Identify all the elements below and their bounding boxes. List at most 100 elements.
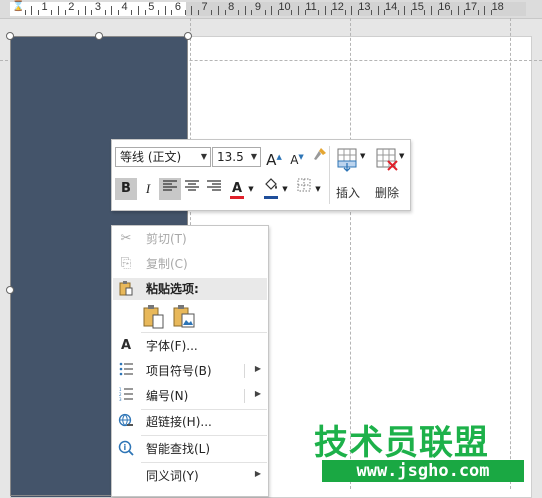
ruler-number: 4 — [121, 1, 128, 13]
ruler-tick — [58, 6, 59, 15]
align-left-icon — [163, 180, 177, 191]
svg-text:i: i — [124, 443, 127, 452]
ruler-tick — [117, 10, 119, 15]
menu-item-label: 超链接(H)... — [146, 415, 212, 429]
ruler-tick — [271, 6, 273, 15]
resize-handle[interactable] — [6, 32, 14, 40]
borders-dropdown[interactable]: ▼ — [313, 178, 323, 200]
menu-item-font[interactable]: A 字体(F)... — [113, 334, 267, 358]
menu-item-numbering[interactable]: 123 编号(N) ▶ — [113, 384, 267, 408]
menu-item-label: 项目符号(B) — [146, 364, 212, 378]
font-size-value: 13.5 — [217, 150, 244, 164]
font-name-value: 等线 (正文) — [120, 150, 182, 164]
ruler-tick — [191, 6, 193, 15]
menu-separator — [141, 332, 267, 333]
delete-button[interactable]: ▼ 删除 — [368, 144, 406, 204]
font-color-icon: A — [231, 181, 243, 196]
chevron-down-icon: ▼ — [200, 152, 207, 161]
menu-item-cut[interactable]: ✂ 剪切(T) — [113, 227, 267, 251]
paste-as-picture-button[interactable] — [172, 304, 196, 330]
ruler-number: 3 — [94, 1, 101, 13]
align-right-button[interactable] — [203, 178, 225, 200]
ruler-number: 18 — [491, 1, 504, 13]
align-left-button[interactable] — [159, 178, 181, 200]
borders-button[interactable] — [293, 178, 315, 200]
ruler-tick — [431, 6, 433, 15]
ruler-tick — [184, 10, 186, 15]
font-name-combo[interactable]: 等线 (正文) ▼ — [115, 147, 211, 167]
ruler-number: 12 — [331, 1, 344, 13]
align-center-icon — [185, 180, 199, 191]
ruler-number: 2 — [68, 1, 75, 13]
paste-as-picture-icon — [173, 305, 195, 328]
context-menu: ✂ 剪切(T) ⎘ 复制(C) 粘贴选项: A 字体(F)... 项目符号(B)… — [111, 225, 269, 497]
ruler-number: 1 — [41, 1, 48, 13]
ruler-number: 17 — [464, 1, 478, 13]
menu-item-synonyms[interactable]: 同义词(Y) ▶ — [113, 464, 267, 488]
menu-item-copy[interactable]: ⎘ 复制(C) — [113, 252, 267, 276]
shrink-font-button[interactable]: A▼ — [286, 146, 308, 168]
ruler-tick — [197, 10, 199, 15]
ruler-tick — [251, 10, 253, 15]
ruler-tick — [31, 6, 33, 15]
insert-button[interactable]: ▼ 插入 — [329, 144, 367, 204]
ruler-number: 5 — [148, 1, 155, 13]
ruler-tick — [84, 6, 86, 15]
ruler-tick — [377, 6, 379, 15]
resize-handle[interactable] — [95, 32, 103, 40]
format-painter-button[interactable] — [309, 146, 331, 168]
ruler-tick — [477, 10, 479, 15]
font-icon: A — [120, 338, 132, 353]
menu-item-label: 编号(N) — [146, 389, 189, 403]
align-center-button[interactable] — [181, 178, 203, 200]
indent-marker-icon[interactable]: ⌛ — [12, 1, 24, 12]
bullets-icon — [117, 362, 135, 380]
submenu-arrow-icon[interactable]: ▶ — [255, 389, 261, 398]
highlight-color-bar — [264, 196, 278, 199]
ruler-tick — [397, 10, 399, 15]
ruler-tick — [324, 6, 326, 15]
paste-options-label: 粘贴选项: — [146, 282, 199, 296]
menu-item-smart-lookup[interactable]: i 智能查找(L) — [113, 437, 267, 461]
font-color-button[interactable]: A — [226, 178, 248, 200]
split-separator — [244, 364, 245, 378]
highlight-color-dropdown[interactable]: ▼ — [280, 178, 290, 200]
ruler-tick — [38, 10, 39, 15]
ruler-tick — [111, 6, 113, 15]
fill-bucket-icon — [265, 178, 277, 190]
paste-options-header: 粘贴选项: — [113, 277, 267, 301]
ruler-tick — [291, 10, 293, 15]
format-painter-icon — [314, 148, 326, 160]
ruler-tick — [404, 6, 406, 15]
paste-keep-source-button[interactable] — [142, 304, 166, 330]
ruler-tick — [164, 6, 166, 15]
svg-text:3: 3 — [119, 397, 122, 401]
bold-button[interactable]: B — [115, 178, 137, 200]
highlight-color-button[interactable] — [260, 178, 282, 200]
submenu-arrow-icon[interactable]: ▶ — [255, 364, 261, 373]
resize-handle[interactable] — [6, 286, 14, 294]
ruler-number: 16 — [438, 1, 451, 13]
synonyms-icon — [117, 467, 135, 485]
resize-handle[interactable] — [184, 32, 192, 40]
menu-item-bullets[interactable]: 项目符号(B) ▶ — [113, 359, 267, 383]
ruler-number: 14 — [384, 1, 398, 13]
font-color-dropdown[interactable]: ▼ — [246, 178, 256, 200]
table-delete-icon — [376, 148, 398, 171]
ruler-number: 10 — [278, 1, 291, 13]
ruler-tick — [78, 10, 79, 15]
menu-item-hyperlink[interactable]: 超链接(H)... — [113, 410, 267, 434]
ruler-tick — [457, 6, 459, 15]
font-color-bar — [230, 196, 244, 199]
italic-button[interactable]: I — [137, 178, 159, 200]
ruler-tick — [51, 10, 53, 15]
watermark-url: www.jsgho.com — [322, 460, 524, 482]
hyperlink-icon — [117, 413, 135, 431]
horizontal-ruler[interactable]: ⌛ 1 2 3 4 5 6 7 8 9 10 11 12 13 14 15 16 17 18 — [0, 0, 542, 19]
insert-label: 插入 — [335, 186, 360, 200]
grow-font-button[interactable]: A▲ — [263, 146, 285, 169]
font-size-combo[interactable]: 13.5 ▼ — [212, 147, 261, 167]
ruler-tick — [451, 10, 453, 15]
ruler-tick — [244, 6, 246, 15]
ruler-tick — [211, 10, 213, 15]
